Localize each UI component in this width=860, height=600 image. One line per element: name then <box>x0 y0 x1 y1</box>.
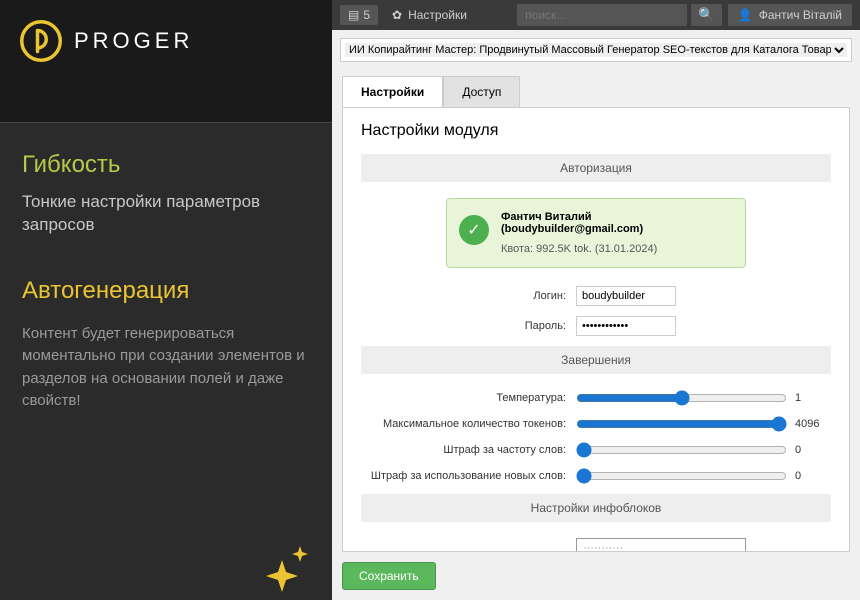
password-input[interactable] <box>576 316 676 336</box>
section-auth: Авторизация <box>361 154 831 182</box>
prespenalty-label: Штраф за использование новых слов: <box>361 470 576 482</box>
iblock-list-label: Список инфоблоков: <box>361 538 576 552</box>
module-select-dropdown[interactable]: ИИ Копирайтинг Мастер: Продвинутый Массо… <box>345 43 847 57</box>
user-name: Фантич Віталій <box>759 8 842 22</box>
topbar: ▤ 5 ✿ Настройки 🔍 👤 Фантич Віталій <box>332 0 860 30</box>
section-iblocks: Настройки инфоблоков <box>361 494 831 522</box>
promo-text-1: Тонкие настройки параметров запросов <box>22 191 310 237</box>
auth-status-box: ✓ Фантич Виталий (boudybuilder@gmail.com… <box>446 198 746 268</box>
proger-icon <box>20 20 62 62</box>
admin-app: ▤ 5 ✿ Настройки 🔍 👤 Фантич Віталій ИИ Ко… <box>332 0 860 600</box>
user-menu[interactable]: 👤 Фантич Віталій <box>728 4 852 26</box>
freqpenalty-value: 0 <box>795 444 831 456</box>
save-button[interactable]: Сохранить <box>342 562 436 590</box>
password-label: Пароль: <box>361 320 576 332</box>
maxtokens-label: Максимальное количество токенов: <box>361 418 576 430</box>
module-selector[interactable]: ИИ Копирайтинг Мастер: Продвинутый Массо… <box>340 38 852 62</box>
promo-heading-1: Гибкость <box>22 151 310 179</box>
brand-logo: PROGER <box>0 0 332 123</box>
freqpenalty-slider[interactable] <box>576 442 787 458</box>
settings-panel: Настройки модуля Авторизация ✓ Фантич Ви… <box>342 107 850 552</box>
bell-icon: ▤ <box>348 8 359 22</box>
check-icon: ✓ <box>459 215 489 245</box>
section-completions: Завершения <box>361 346 831 374</box>
temperature-value: 1 <box>795 392 831 404</box>
freqpenalty-label: Штраф за частоту слов: <box>361 444 576 456</box>
temperature-slider[interactable] <box>576 390 787 406</box>
maxtokens-value: 4096 <box>795 418 831 430</box>
search-icon: 🔍 <box>698 7 715 22</box>
iblock-listbox[interactable]: ··········· Модуль маркет [69] Продукты … <box>576 538 746 552</box>
temperature-label: Температура: <box>361 392 576 404</box>
login-label: Логин: <box>361 290 576 302</box>
list-item[interactable]: ··········· <box>577 539 745 552</box>
sparkles-icon <box>260 542 314 592</box>
promo-text-2: Контент будет генерироваться моментально… <box>22 323 310 413</box>
notifications-button[interactable]: ▤ 5 <box>340 5 378 25</box>
user-icon: 👤 <box>738 8 753 22</box>
tabs: Настройки Доступ <box>332 76 860 107</box>
topbar-settings-link[interactable]: ✿ Настройки <box>384 8 475 22</box>
save-bar: Сохранить <box>332 552 860 600</box>
auth-quota: Квота: 992.5K tok. (31.01.2024) <box>501 243 733 255</box>
promo-heading-2: Автогенерация <box>22 277 310 305</box>
prespenalty-value: 0 <box>795 470 831 482</box>
panel-title: Настройки модуля <box>361 122 831 140</box>
tab-settings[interactable]: Настройки <box>342 76 443 107</box>
maxtokens-slider[interactable] <box>576 416 787 432</box>
search-button[interactable]: 🔍 <box>691 4 722 26</box>
login-input[interactable] <box>576 286 676 306</box>
gear-icon: ✿ <box>392 8 402 22</box>
search-input[interactable] <box>517 4 687 26</box>
notif-count: 5 <box>363 8 370 22</box>
brand-text: PROGER <box>74 28 193 54</box>
tab-access[interactable]: Доступ <box>443 76 520 107</box>
promo-sidebar: PROGER Гибкость Тонкие настройки парамет… <box>0 0 332 600</box>
prespenalty-slider[interactable] <box>576 468 787 484</box>
auth-user: Фантич Виталий (boudybuilder@gmail.com) <box>501 211 733 235</box>
